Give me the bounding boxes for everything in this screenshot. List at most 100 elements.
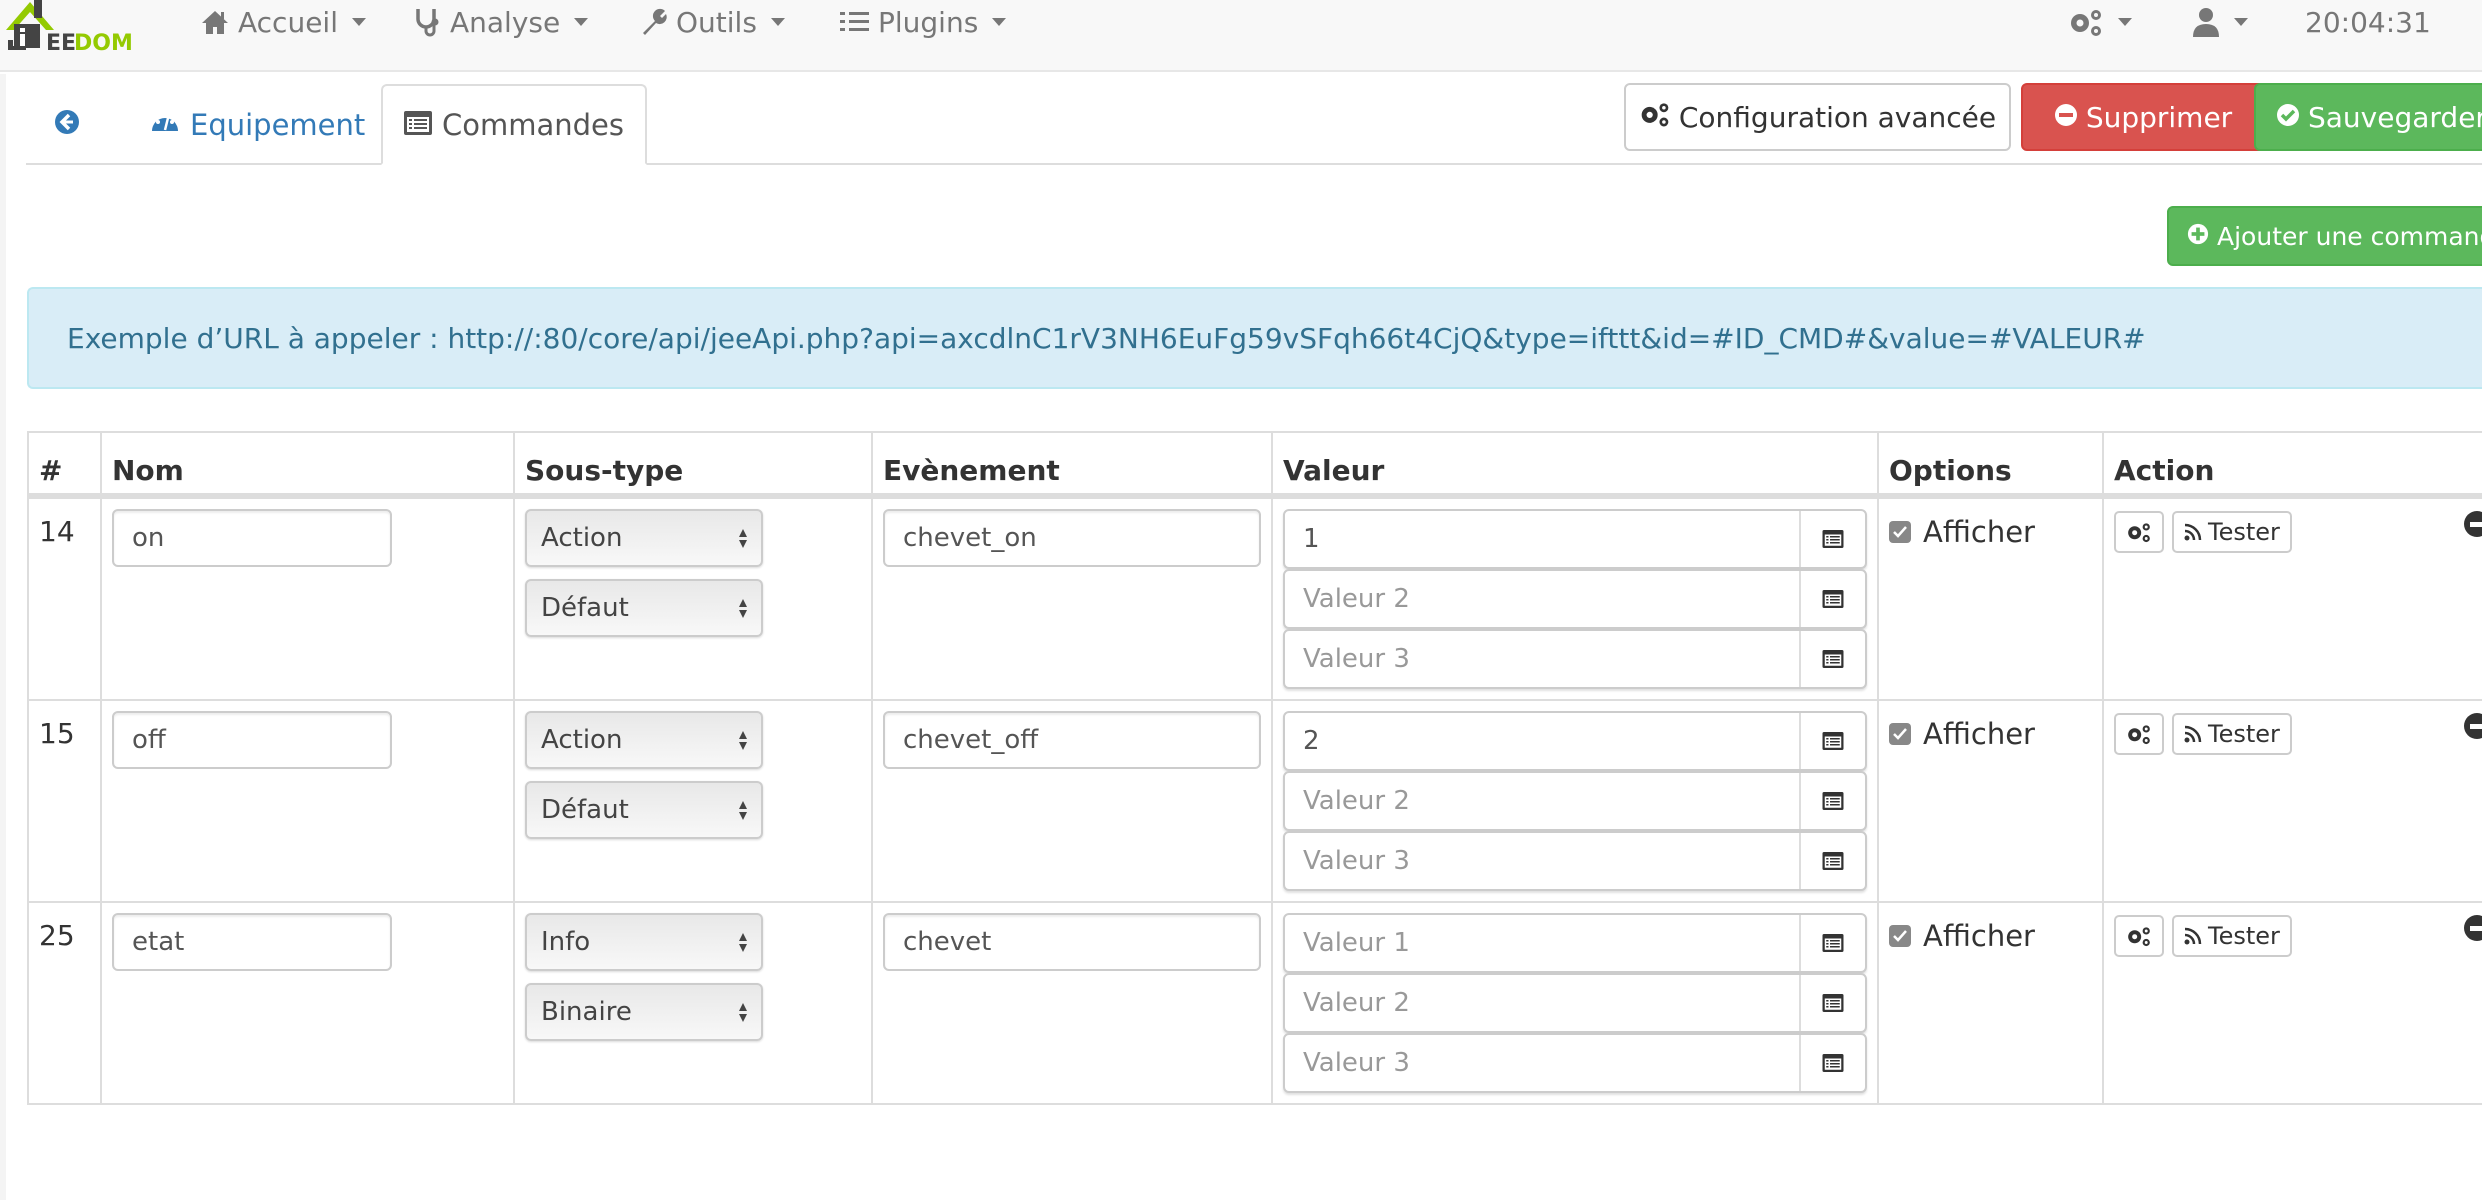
cmd-type-select[interactable]: Action bbox=[525, 711, 763, 769]
cmd-subtype-value: Défaut bbox=[541, 795, 629, 825]
user-dropdown[interactable] bbox=[2192, 0, 2248, 44]
nav-plugins[interactable]: Plugins bbox=[840, 0, 1007, 44]
cmd-name-input[interactable]: on bbox=[112, 509, 392, 567]
cmd-event-input[interactable]: chevet bbox=[883, 913, 1261, 971]
arrow-circle-left-icon bbox=[54, 108, 80, 142]
home-icon bbox=[200, 9, 230, 35]
cmd-subtype-select[interactable]: Défaut bbox=[525, 781, 763, 839]
list-alt-icon[interactable] bbox=[1799, 915, 1865, 971]
cmd-nom-cell: off bbox=[100, 699, 515, 903]
valeur-2-input[interactable]: Valeur 2 bbox=[1285, 571, 1799, 627]
cmd-name-input[interactable]: etat bbox=[112, 913, 392, 971]
cmd-config-button[interactable] bbox=[2114, 511, 2164, 553]
save-label: Sauvegarder bbox=[2308, 100, 2482, 134]
page-left-edge bbox=[0, 74, 6, 1200]
select-arrows-icon bbox=[739, 800, 747, 820]
select-arrows-icon bbox=[739, 528, 747, 548]
list-alt-icon[interactable] bbox=[1799, 1035, 1865, 1091]
delete-button[interactable]: Supprimer bbox=[2021, 83, 2265, 151]
cmd-options-cell: Afficher bbox=[1877, 901, 2104, 1105]
table-row: 14 on Action Défaut chevet_on 1 Valeur 2V… bbox=[27, 495, 2482, 701]
table-row: 15 off Action Défaut chevet_off 2 Valeur … bbox=[27, 699, 2482, 903]
settings-dropdown[interactable] bbox=[2068, 0, 2132, 44]
cmd-valeur-cell: 2 Valeur 2 Valeur 3 bbox=[1271, 699, 1879, 903]
afficher-checkbox[interactable] bbox=[1889, 925, 1911, 947]
minus-circle-icon bbox=[2054, 101, 2078, 134]
cmd-action-cell: Tester bbox=[2102, 495, 2482, 701]
tab-equipement[interactable]: Equipement bbox=[150, 84, 365, 165]
list-alt-icon[interactable] bbox=[1799, 833, 1865, 889]
table-row: 25 etat Info Binaire chevet Valeur 1 Vale… bbox=[27, 901, 2482, 1105]
cmd-options-cell: Afficher bbox=[1877, 495, 2104, 701]
table-header-row: # Nom Sous-type Evènement Valeur Options… bbox=[27, 431, 2482, 499]
cmd-type-select[interactable]: Info bbox=[525, 913, 763, 971]
cogs-icon bbox=[1639, 100, 1671, 135]
list-alt-icon[interactable] bbox=[1799, 975, 1865, 1031]
header-evenement: Evènement bbox=[871, 431, 1273, 499]
user-icon bbox=[2192, 7, 2220, 37]
tab-commandes-label: Commandes bbox=[441, 107, 624, 142]
valeur-input-group: Valeur 2 bbox=[1283, 771, 1867, 831]
jeedom-logo[interactable]: EE DOM bbox=[4, 0, 144, 56]
cmd-id: 14 bbox=[27, 495, 102, 701]
cmd-test-button[interactable]: Tester bbox=[2172, 915, 2292, 957]
select-arrows-icon bbox=[739, 932, 747, 952]
nav-outils[interactable]: Outils bbox=[640, 0, 785, 44]
cmd-type-select[interactable]: Action bbox=[525, 509, 763, 567]
valeur-2-input[interactable]: Valeur 2 bbox=[1285, 773, 1799, 829]
cmd-config-button[interactable] bbox=[2114, 713, 2164, 755]
list-alt-icon[interactable] bbox=[1799, 713, 1865, 769]
valeur-1-input[interactable]: 2 bbox=[1285, 713, 1799, 769]
valeur-1-input[interactable]: Valeur 1 bbox=[1285, 915, 1799, 971]
cmd-event-input[interactable]: chevet_off bbox=[883, 711, 1261, 769]
cmd-name-input[interactable]: off bbox=[112, 711, 392, 769]
valeur-1-input[interactable]: 1 bbox=[1285, 511, 1799, 567]
advanced-config-button[interactable]: Configuration avancée bbox=[1624, 83, 2011, 151]
save-button[interactable]: Sauvegarder bbox=[2254, 83, 2482, 151]
nav-accueil-label: Accueil bbox=[238, 5, 338, 39]
check-circle-icon bbox=[2276, 101, 2300, 134]
rss-icon bbox=[2184, 927, 2202, 945]
afficher-label: Afficher bbox=[1923, 515, 2035, 549]
commands-table-wrap: # Nom Sous-type Evènement Valeur Options… bbox=[27, 431, 2482, 1105]
valeur-input-group: Valeur 3 bbox=[1283, 629, 1867, 689]
list-alt-icon[interactable] bbox=[1799, 511, 1865, 567]
valeur-3-input[interactable]: Valeur 3 bbox=[1285, 1035, 1799, 1091]
tab-commandes[interactable]: Commandes bbox=[381, 84, 647, 165]
tab-back[interactable] bbox=[54, 84, 144, 165]
cmd-nom-cell: etat bbox=[100, 901, 515, 1105]
nav-accueil[interactable]: Accueil bbox=[200, 0, 366, 44]
add-command-label: Ajouter une commande bbox=[2217, 221, 2482, 251]
afficher-checkbox[interactable] bbox=[1889, 723, 1911, 745]
cmd-subtype-select[interactable]: Binaire bbox=[525, 983, 763, 1041]
valeur-3-input[interactable]: Valeur 3 bbox=[1285, 631, 1799, 687]
cmd-event-input[interactable]: chevet_on bbox=[883, 509, 1261, 567]
valeur-input-group: 1 bbox=[1283, 509, 1867, 569]
header-nom: Nom bbox=[100, 431, 515, 499]
valeur-2-input[interactable]: Valeur 2 bbox=[1285, 975, 1799, 1031]
valeur-3-input[interactable]: Valeur 3 bbox=[1285, 833, 1799, 889]
list-alt-icon[interactable] bbox=[1799, 571, 1865, 627]
cmd-event-cell: chevet_off bbox=[871, 699, 1273, 903]
list-alt-icon[interactable] bbox=[1799, 773, 1865, 829]
chevron-down-icon bbox=[574, 18, 589, 26]
afficher-label: Afficher bbox=[1923, 717, 2035, 751]
nav-analyse[interactable]: Analyse bbox=[414, 0, 589, 44]
valeur-input-group: Valeur 3 bbox=[1283, 831, 1867, 891]
valeur-input-group: 2 bbox=[1283, 711, 1867, 771]
header-sous-type: Sous-type bbox=[513, 431, 873, 499]
cmd-type-value: Info bbox=[541, 927, 591, 957]
delete-label: Supprimer bbox=[2085, 100, 2233, 134]
nav-plugins-label: Plugins bbox=[878, 5, 979, 39]
cmd-config-button[interactable] bbox=[2114, 915, 2164, 957]
cmd-subtype-cell: Action Défaut bbox=[513, 699, 873, 903]
afficher-checkbox[interactable] bbox=[1889, 521, 1911, 543]
cmd-test-button[interactable]: Tester bbox=[2172, 713, 2292, 755]
afficher-label: Afficher bbox=[1923, 919, 2035, 953]
cmd-test-button[interactable]: Tester bbox=[2172, 511, 2292, 553]
commands-table: # Nom Sous-type Evènement Valeur Options… bbox=[27, 431, 2482, 1105]
list-alt-icon[interactable] bbox=[1799, 631, 1865, 687]
cmd-subtype-select[interactable]: Défaut bbox=[525, 579, 763, 637]
add-command-button[interactable]: Ajouter une commande bbox=[2167, 206, 2482, 266]
cmd-test-label: Tester bbox=[2208, 922, 2280, 950]
